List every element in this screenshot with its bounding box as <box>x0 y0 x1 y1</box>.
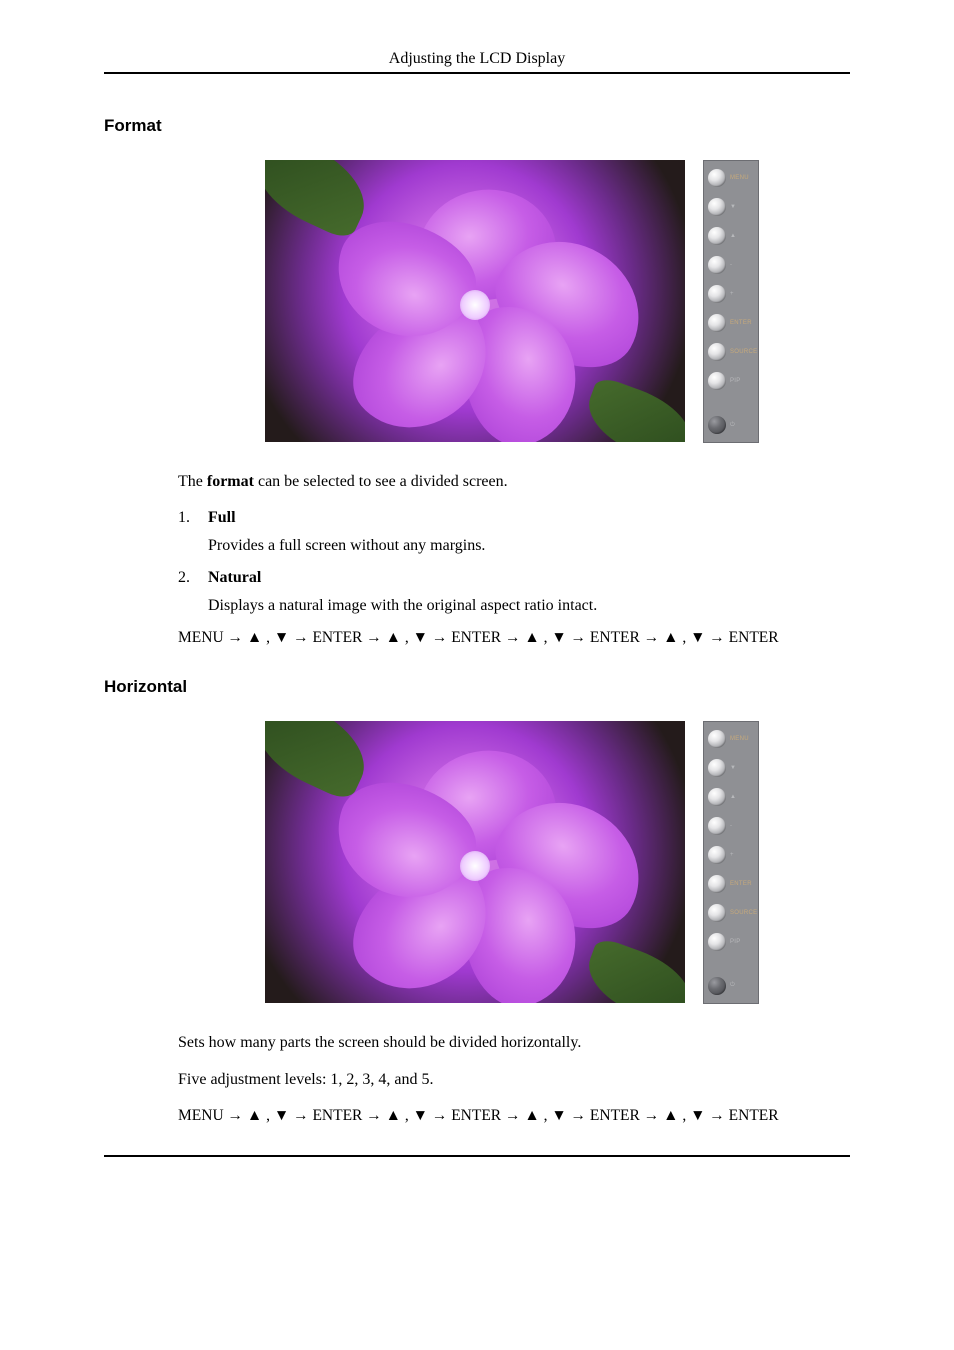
panel-btn-menu[interactable] <box>708 169 726 187</box>
list-num: 2. <box>178 569 208 587</box>
list-desc: Provides a full screen without any margi… <box>208 537 850 555</box>
page-header: Adjusting the LCD Display <box>104 50 850 74</box>
horizontal-p1: Sets how many parts the screen should be… <box>178 1032 850 1054</box>
list-item: 2.Natural Displays a natural image with … <box>178 569 850 615</box>
panel-label: ⏻ <box>730 982 735 989</box>
panel-label: ▼ <box>730 204 736 210</box>
button-panel-horizontal: MENU ▼ ▲ - + ENTER SOURCE PIP ⏻ <box>703 721 759 1004</box>
panel-label: - <box>730 823 732 829</box>
figure-row-horizontal: MENU ▼ ▲ - + ENTER SOURCE PIP ⏻ <box>104 721 850 1004</box>
panel-btn-power[interactable] <box>708 977 726 995</box>
text: can be selected to see a divided screen. <box>254 473 508 490</box>
panel-btn-up[interactable] <box>708 788 726 806</box>
panel-btn-minus[interactable] <box>708 256 726 274</box>
panel-label: ▲ <box>730 233 736 239</box>
panel-label: MENU <box>730 175 749 181</box>
panel-btn-power[interactable] <box>708 416 726 434</box>
section-horizontal: Horizontal MENU ▼ ▲ - + ENTER SOURCE PIP… <box>104 677 850 1125</box>
panel-label: PIP <box>730 378 741 384</box>
panel-label: + <box>730 852 734 858</box>
format-intro: The format can be selected to see a divi… <box>178 471 850 493</box>
horizontal-p2: Five adjustment levels: 1, 2, 3, 4, and … <box>178 1069 850 1091</box>
heading-horizontal: Horizontal <box>104 677 850 697</box>
list-label-natural: Natural <box>208 569 261 586</box>
panel-btn-enter[interactable] <box>708 875 726 893</box>
list-num: 1. <box>178 509 208 527</box>
panel-btn-source[interactable] <box>708 904 726 922</box>
body-format: The format can be selected to see a divi… <box>104 471 850 647</box>
sample-image-format <box>265 160 685 442</box>
panel-label: ENTER <box>730 881 752 887</box>
figure-row-format: MENU ▼ ▲ - + ENTER SOURCE PIP ⏻ <box>104 160 850 443</box>
panel-btn-enter[interactable] <box>708 314 726 332</box>
panel-btn-plus[interactable] <box>708 846 726 864</box>
menu-path-format: MENU → ▲ , ▼ → ENTER → ▲ , ▼ → ENTER → ▲… <box>178 629 850 647</box>
sample-image-horizontal <box>265 721 685 1003</box>
panel-label: ENTER <box>730 320 752 326</box>
panel-label: ▲ <box>730 794 736 800</box>
menu-path-horizontal: MENU → ▲ , ▼ → ENTER → ▲ , ▼ → ENTER → ▲… <box>178 1107 850 1125</box>
panel-label: + <box>730 291 734 297</box>
panel-btn-minus[interactable] <box>708 817 726 835</box>
heading-format: Format <box>104 116 850 136</box>
panel-label: - <box>730 262 732 268</box>
text: The <box>178 473 207 490</box>
panel-btn-plus[interactable] <box>708 285 726 303</box>
text-bold: format <box>207 473 254 490</box>
list-label-full: Full <box>208 509 236 526</box>
panel-btn-source[interactable] <box>708 343 726 361</box>
list-desc: Displays a natural image with the origin… <box>208 597 850 615</box>
body-horizontal: Sets how many parts the screen should be… <box>104 1032 850 1125</box>
format-list: 1.Full Provides a full screen without an… <box>178 509 850 615</box>
list-item: 1.Full Provides a full screen without an… <box>178 509 850 555</box>
panel-btn-up[interactable] <box>708 227 726 245</box>
button-panel-format: MENU ▼ ▲ - + ENTER SOURCE PIP ⏻ <box>703 160 759 443</box>
panel-btn-pip[interactable] <box>708 372 726 390</box>
panel-label: MENU <box>730 736 749 742</box>
section-format: Format MENU ▼ ▲ - + ENTER SOURCE PIP ⏻ T… <box>104 116 850 647</box>
panel-btn-down[interactable] <box>708 759 726 777</box>
panel-label: ⏻ <box>730 422 735 429</box>
panel-label: SOURCE <box>730 349 757 355</box>
panel-btn-pip[interactable] <box>708 933 726 951</box>
panel-label: ▼ <box>730 765 736 771</box>
panel-label: PIP <box>730 939 741 945</box>
footer-rule <box>104 1155 850 1157</box>
panel-btn-menu[interactable] <box>708 730 726 748</box>
panel-label: SOURCE <box>730 910 757 916</box>
panel-btn-down[interactable] <box>708 198 726 216</box>
